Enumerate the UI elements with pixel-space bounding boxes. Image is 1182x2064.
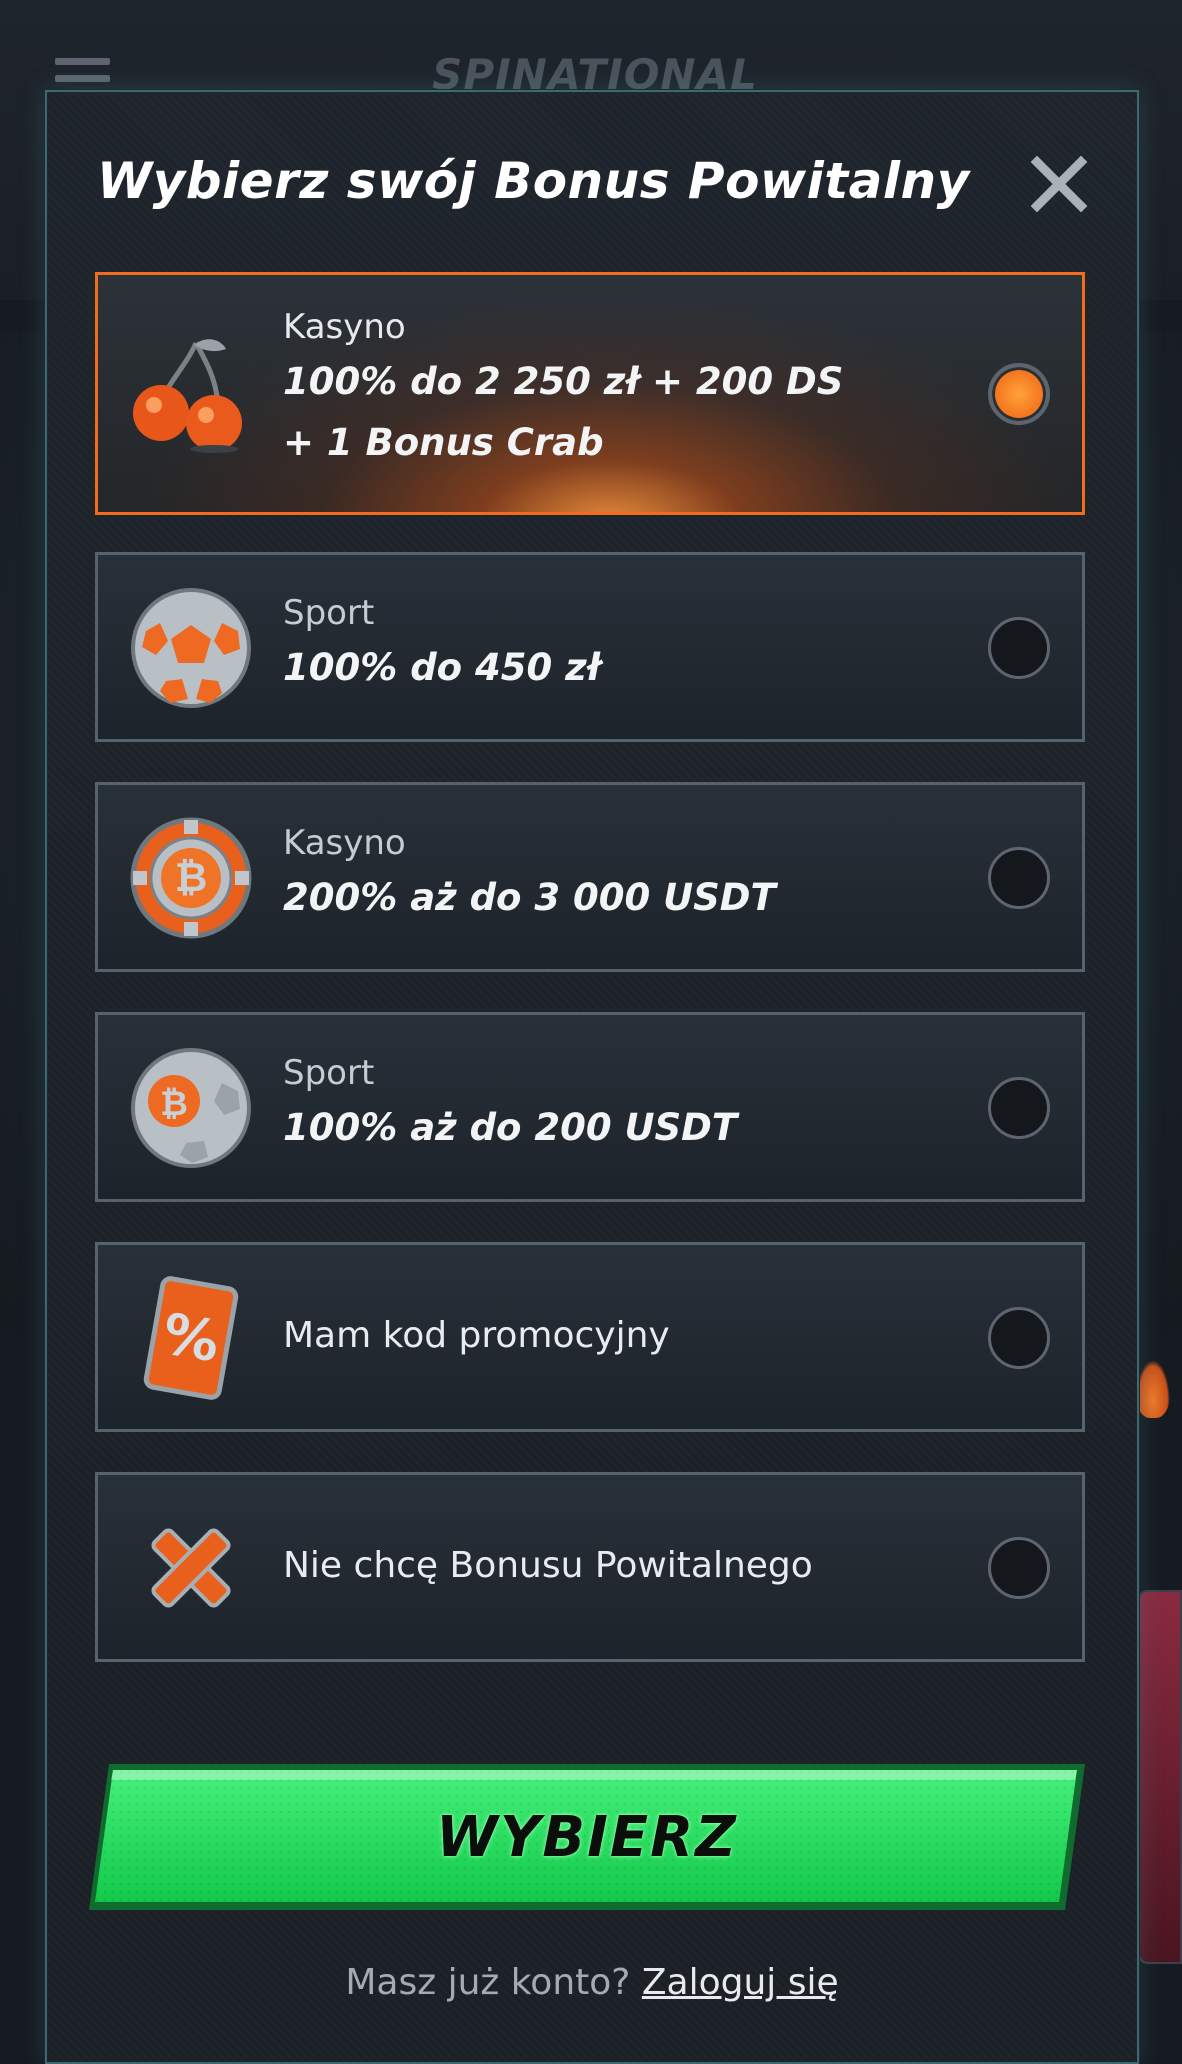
bonus-option-no-bonus[interactable]: Nie chcę Bonusu Powitalnego <box>95 1472 1085 1662</box>
bitcoin-soccer-ball-icon: ₿ <box>131 1048 251 1168</box>
radio-unselected[interactable] <box>988 1537 1050 1599</box>
radio-unselected[interactable] <box>988 617 1050 679</box>
svg-text:₿: ₿ <box>160 1084 188 1124</box>
option-value: 100% do 2 250 zł + 200 DS + 1 Bonus Crab <box>283 351 932 473</box>
radio-unselected[interactable] <box>988 847 1050 909</box>
option-category: Kasyno <box>283 823 406 863</box>
option-label: Mam kod promocyjny <box>283 1315 670 1356</box>
bonus-option-sport-pln[interactable]: Sport 100% do 450 zł <box>95 552 1085 742</box>
option-value-line1: 100% do 2 250 zł + 200 DS <box>283 360 844 403</box>
bonus-option-sport-usdt[interactable]: ₿ Sport 100% aż do 200 USDT <box>95 1012 1085 1202</box>
option-label: Nie chcę Bonusu Powitalnego <box>283 1545 813 1586</box>
svg-text:%: % <box>158 1302 225 1376</box>
option-value-line2: + 1 Bonus Crab <box>283 421 604 464</box>
choose-button[interactable]: WYBIERZ <box>87 1762 1087 1912</box>
bonus-option-casino-usdt[interactable]: ₿ Kasyno 200% aż do 3 000 USDT <box>95 782 1085 972</box>
cherries-icon <box>133 339 242 453</box>
cross-icon <box>151 1528 231 1608</box>
option-category: Sport <box>283 593 375 633</box>
welcome-bonus-modal: Wybierz swój Bonus Powitalny Kasyno 100%… <box>45 90 1139 2064</box>
option-category: Sport <box>283 1053 375 1093</box>
radio-unselected[interactable] <box>988 1307 1050 1369</box>
option-value: 200% aż do 3 000 USDT <box>283 876 776 919</box>
modal-title: Wybierz swój Bonus Powitalny <box>97 152 970 210</box>
login-link[interactable]: Zaloguj się <box>642 1962 839 2003</box>
choose-button-label: WYBIERZ <box>436 1804 738 1870</box>
soccer-ball-icon <box>131 588 251 708</box>
percent-card-icon: % <box>143 1276 239 1400</box>
bonus-option-promo-code[interactable]: % Mam kod promocyjny <box>95 1242 1085 1432</box>
flame-icon <box>1136 1360 1170 1418</box>
option-value: 100% do 450 zł <box>283 646 601 689</box>
bitcoin-chip-icon: ₿ <box>130 817 252 939</box>
radio-selected[interactable] <box>988 363 1050 425</box>
radio-unselected[interactable] <box>988 1077 1050 1139</box>
login-prompt-text: Masz już konto? <box>345 1962 631 2003</box>
bonus-option-casino-pln[interactable]: Kasyno 100% do 2 250 zł + 200 DS + 1 Bon… <box>95 272 1085 515</box>
close-button[interactable] <box>1027 152 1091 216</box>
background-card <box>1138 1590 1182 1964</box>
option-value: 100% aż do 200 USDT <box>283 1106 738 1149</box>
svg-text:₿: ₿ <box>175 855 208 901</box>
option-category: Kasyno <box>283 307 406 347</box>
close-icon <box>1030 155 1088 213</box>
login-prompt: Masz już konto? Zaloguj się <box>47 1962 1137 2003</box>
